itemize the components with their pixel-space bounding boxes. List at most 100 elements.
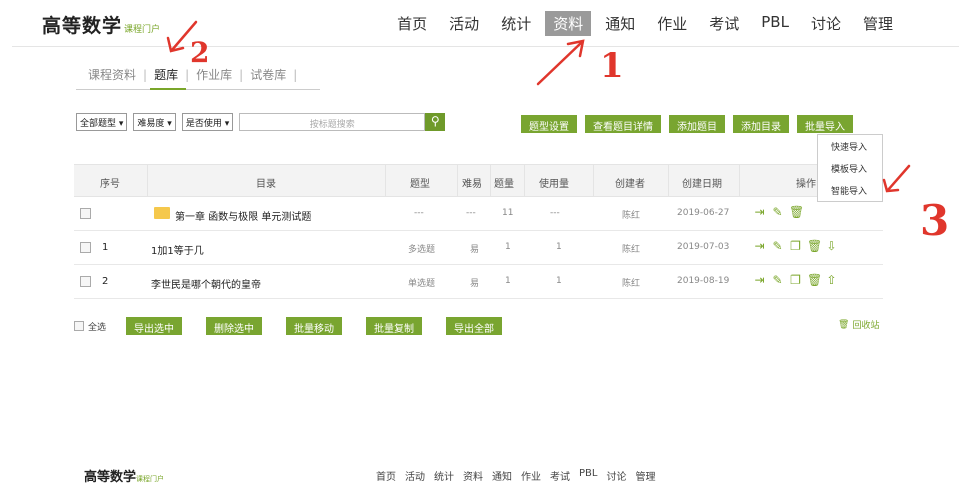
edit-icon[interactable]: ✎ [771,274,784,287]
row-count: 11 [502,208,514,218]
row-index: 1 [102,242,109,253]
search-icon[interactable]: ⚲ [425,113,446,131]
row-type: --- [414,208,424,218]
menu-item-template-import[interactable]: 模板导入 [818,157,882,179]
subtab-separator: | [143,67,148,82]
row-ops: ⇥ ✎ ❐ 🗑 ⇧ [753,274,838,287]
col-divider [457,165,458,196]
question-type-select[interactable]: 全部题型 ▾ [76,113,128,131]
select-all-label[interactable]: 全选 [88,320,106,333]
row-title[interactable]: 第一章 函数与极限 单元测试题 [175,208,311,223]
nav-materials[interactable]: 资料 [545,11,592,36]
nav-notice[interactable]: 通知 [597,11,643,36]
select-all-checkbox[interactable] [74,321,84,331]
row-type: 单选题 [408,279,436,289]
nav-homework[interactable]: 作业 [649,11,695,36]
footer-nav-home[interactable]: 首页 [376,468,396,483]
batch-copy-button[interactable]: 批量复制 [366,317,423,335]
header-divider [12,46,959,47]
move-icon[interactable]: ⇥ [753,274,766,287]
row-count: 1 [505,276,511,286]
move-down-icon[interactable]: ⇩ [825,240,838,253]
row-difficulty: --- [466,208,476,218]
recycle-bin-link[interactable]: 🗑 回收站 [838,318,879,332]
difficulty-select[interactable]: 难易度 ▾ [133,113,176,131]
nav-exam[interactable]: 考试 [701,11,747,36]
row-checkbox[interactable] [80,276,91,287]
footer-nav-exam[interactable]: 考试 [550,468,570,483]
bottom-actions: 全选 导出选中 删除选中 批量移动 批量复制 导出全部 [74,317,526,335]
nav-home[interactable]: 首页 [389,11,435,36]
footer-nav: 首页 活动 统计 资料 通知 作业 考试 PBL 讨论 管理 [376,468,664,483]
annotation-arrow-1 [536,40,584,86]
move-icon[interactable]: ⇥ [753,206,766,219]
question-type-settings-button[interactable]: 题型设置 [521,115,577,133]
col-title: 目录 [256,179,276,190]
add-folder-button[interactable]: 添加目录 [733,115,789,133]
table-row[interactable]: 第一章 函数与极限 单元测试题 --- --- 11 --- 陈红 2019-0… [74,197,883,231]
row-title[interactable]: 李世民是哪个朝代的皇帝 [151,276,261,291]
view-details-button[interactable]: 查看题目详情 [585,115,661,133]
row-title[interactable]: 1加1等于几 [151,242,204,257]
copy-icon[interactable]: ❐ [789,240,802,253]
col-type: 题型 [410,179,430,190]
edit-icon[interactable]: ✎ [771,206,784,219]
table-row[interactable]: 1 1加1等于几 多选题 易 1 1 陈红 2019-07-03 ⇥ ✎ ❐ 🗑… [74,231,883,265]
nav-stats[interactable]: 统计 [493,11,539,36]
course-logo[interactable]: 高等数学 课程门户 [42,11,160,38]
annotation-number-1: 1 [600,46,624,86]
footer-logo-sub: 课程门户 [136,475,165,483]
annotation-number-3: 3 [920,196,950,245]
footer-nav-discussion[interactable]: 讨论 [606,468,626,483]
col-divider [147,165,148,196]
footer-nav-manage[interactable]: 管理 [635,468,655,483]
row-usage: 1 [556,242,562,252]
table-header: 序号 目录 题型 难易 题量 使用量 创建者 创建日期 操作 [74,164,883,197]
footer-nav-notice[interactable]: 通知 [492,468,512,483]
row-date: 2019-06-27 [677,208,730,218]
annotation-arrowhead-1 [566,39,585,58]
row-checkbox[interactable] [80,242,91,253]
copy-icon[interactable]: ❐ [789,274,802,287]
table-row[interactable]: 2 李世民是哪个朝代的皇帝 单选题 易 1 1 陈红 2019-08-19 ⇥ … [74,265,883,299]
delete-icon[interactable]: 🗑 [789,206,804,219]
nav-manage[interactable]: 管理 [855,11,901,36]
move-up-icon[interactable]: ⇧ [825,274,838,287]
page: 高等数学 课程门户 首页 活动 统计 资料 通知 作业 考试 PBL 讨论 管理 … [0,0,971,483]
nav-discussion[interactable]: 讨论 [803,11,849,36]
delete-icon[interactable]: 🗑 [807,274,822,287]
batch-import-button[interactable]: 批量导入 [797,115,853,133]
col-date: 创建日期 [682,179,722,190]
search-input[interactable]: 按标题搜索 [239,113,426,131]
export-all-button[interactable]: 导出全部 [446,317,503,335]
footer-nav-stats[interactable]: 统计 [434,468,454,483]
batch-move-button[interactable]: 批量移动 [286,317,343,335]
delete-selected-button[interactable]: 删除选中 [206,317,263,335]
delete-icon[interactable]: 🗑 [807,240,822,253]
subtab-question-bank[interactable]: 题库 [150,66,182,83]
menu-item-smart-import[interactable]: 智能导入 [818,179,882,201]
footer-nav-pbl[interactable]: PBL [579,468,597,483]
col-count: 题量 [494,179,514,190]
footer-nav-homework[interactable]: 作业 [521,468,541,483]
batch-import-menu: 快速导入 模板导入 智能导入 [817,134,883,202]
menu-item-quick-import[interactable]: 快速导入 [818,135,882,157]
move-icon[interactable]: ⇥ [753,240,766,253]
nav-pbl[interactable]: PBL [753,11,797,36]
logo-main: 高等数学 [42,15,123,37]
footer-nav-materials[interactable]: 资料 [463,468,483,483]
subtab-paper-bank[interactable]: 试卷库 [246,66,290,83]
export-selected-button[interactable]: 导出选中 [126,317,183,335]
edit-icon[interactable]: ✎ [771,240,784,253]
row-ops: ⇥ ✎ 🗑 [753,206,804,219]
footer-nav-activity[interactable]: 活动 [405,468,425,483]
subtab-course-materials[interactable]: 课程资料 [84,66,140,83]
footer-logo[interactable]: 高等数学课程门户 [84,466,164,483]
row-checkbox[interactable] [80,208,91,219]
nav-activity[interactable]: 活动 [441,11,487,36]
annotation-arrow-3 [886,164,911,192]
add-question-button[interactable]: 添加题目 [669,115,725,133]
action-buttons: 题型设置 查看题目详情 添加题目 添加目录 批量导入 [521,115,861,133]
top-nav: 首页 活动 统计 资料 通知 作业 考试 PBL 讨论 管理 [383,11,901,36]
used-select[interactable]: 是否使用 ▾ [181,113,234,131]
